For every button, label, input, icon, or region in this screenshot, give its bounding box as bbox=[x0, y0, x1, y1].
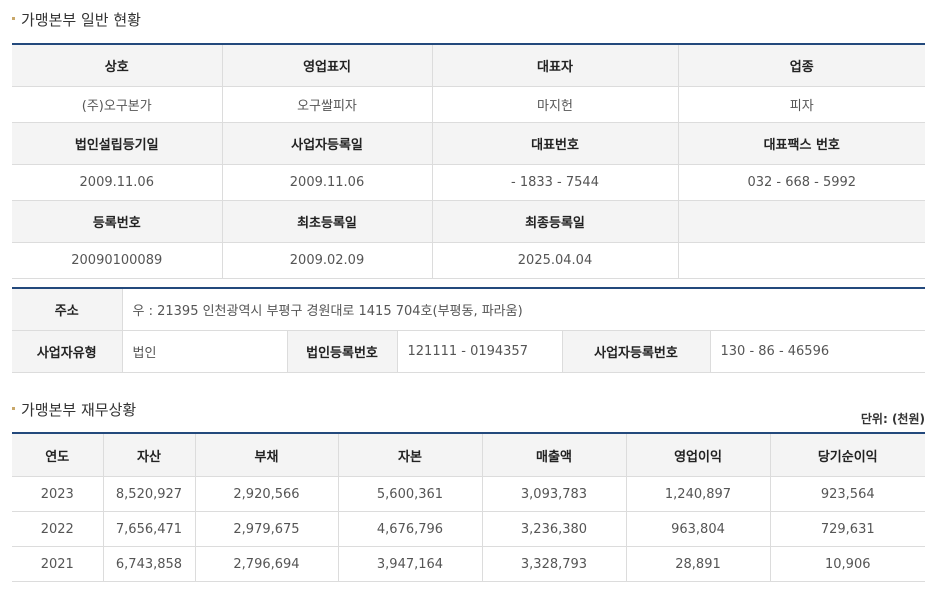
bullet-icon bbox=[12, 407, 15, 410]
cell-revenue: 3,328,793 bbox=[482, 546, 627, 582]
unit-label: 단위: (천원) bbox=[860, 412, 925, 426]
finance-title-text: 가맹본부 재무상황 bbox=[21, 401, 137, 419]
biz-type-value: 법인 bbox=[122, 330, 288, 373]
cell-net-income: 923,564 bbox=[770, 476, 925, 512]
cell-equity: 4,676,796 bbox=[338, 511, 483, 547]
finance-table: 연도 자산 부채 자본 매출액 영업이익 당기순이익 2023 8,520,927 2,920,… bbox=[12, 432, 925, 582]
general-info-table: 상호 영업표지 대표자 업종 (주)오구본가 오구쌀피자 마지헌 피자 법인설립… bbox=[12, 43, 925, 279]
value-biz-reg-date: 2009.11.06 bbox=[222, 164, 433, 201]
value-last-registration: 2025.04.04 bbox=[432, 242, 679, 279]
value-company-name: (주)오구본가 bbox=[12, 86, 223, 123]
cell-assets: 7,656,471 bbox=[103, 511, 196, 547]
value-first-registration: 2009.02.09 bbox=[222, 242, 433, 279]
header-representative: 대표자 bbox=[432, 44, 679, 87]
value-registration-number: 20090100089 bbox=[12, 242, 223, 279]
general-header-row: 등록번호 최초등록일 최종등록일 bbox=[12, 200, 925, 243]
header-company-name: 상호 bbox=[12, 44, 223, 87]
header-equity: 자본 bbox=[338, 433, 483, 477]
general-title-text: 가맹본부 일반 현황 bbox=[21, 11, 141, 29]
header-first-registration: 최초등록일 bbox=[222, 200, 433, 243]
value-industry: 피자 bbox=[678, 86, 925, 123]
cell-assets: 8,520,927 bbox=[103, 476, 196, 512]
header-liabilities: 부채 bbox=[195, 433, 339, 477]
business-type-row: 사업자유형 법인 법인등록번호 121111 - 0194357 사업자등록번호… bbox=[12, 330, 926, 373]
header-phone: 대표번호 bbox=[432, 122, 679, 165]
header-operating-profit: 영업이익 bbox=[626, 433, 771, 477]
cell-net-income: 10,906 bbox=[770, 546, 925, 582]
value-empty bbox=[678, 242, 925, 279]
header-revenue: 매출액 bbox=[482, 433, 627, 477]
header-brand-name: 영업표지 bbox=[222, 44, 433, 87]
table-row: 2022 7,656,471 2,979,675 4,676,796 3,236,380… bbox=[12, 511, 925, 547]
cell-year: 2021 bbox=[12, 546, 104, 582]
cell-net-income: 729,631 bbox=[770, 511, 925, 547]
cell-equity: 3,947,164 bbox=[338, 546, 483, 582]
table-row: 2023 8,520,927 2,920,566 5,600,361 3,093,783… bbox=[12, 476, 925, 512]
cell-liabilities: 2,979,675 bbox=[195, 511, 339, 547]
cell-revenue: 3,093,783 bbox=[482, 476, 627, 512]
cell-year: 2022 bbox=[12, 511, 104, 547]
biz-type-label: 사업자유형 bbox=[12, 330, 123, 373]
cell-liabilities: 2,796,694 bbox=[195, 546, 339, 582]
value-brand-name: 오구쌀피자 bbox=[222, 86, 433, 123]
header-fax: 대표팩스 번호 bbox=[678, 122, 925, 165]
header-net-income: 당기순이익 bbox=[770, 433, 925, 477]
cell-liabilities: 2,920,566 bbox=[195, 476, 339, 512]
corp-reg-value: 121111 - 0194357 bbox=[397, 330, 563, 373]
header-industry: 업종 bbox=[678, 44, 925, 87]
cell-equity: 5,600,361 bbox=[338, 476, 483, 512]
cell-operating-profit: 963,804 bbox=[626, 511, 771, 547]
header-biz-reg-date: 사업자등록일 bbox=[222, 122, 433, 165]
cell-assets: 6,743,858 bbox=[103, 546, 196, 582]
header-incorporation-date: 법인설립등기일 bbox=[12, 122, 223, 165]
value-phone: - 1833 - 7544 bbox=[432, 164, 679, 201]
cell-operating-profit: 28,891 bbox=[626, 546, 771, 582]
corp-reg-label: 법인등록번호 bbox=[287, 330, 398, 373]
bullet-icon bbox=[12, 17, 15, 20]
biz-reg-label: 사업자등록번호 bbox=[562, 330, 711, 373]
general-value-row: (주)오구본가 오구쌀피자 마지헌 피자 bbox=[12, 86, 925, 123]
cell-revenue: 3,236,380 bbox=[482, 511, 627, 547]
general-section-title: 가맹본부 일반 현황 bbox=[12, 9, 141, 30]
general-header-row: 상호 영업표지 대표자 업종 bbox=[12, 44, 925, 87]
value-representative: 마지헌 bbox=[432, 86, 679, 123]
table-row: 2021 6,743,858 2,796,694 3,947,164 3,328,793… bbox=[12, 546, 925, 582]
cell-operating-profit: 1,240,897 bbox=[626, 476, 771, 512]
general-value-row: 2009.11.06 2009.11.06 - 1833 - 7544 032 … bbox=[12, 164, 925, 201]
finance-section-title: 가맹본부 재무상황 bbox=[12, 399, 136, 420]
address-label: 주소 bbox=[12, 288, 123, 331]
header-last-registration: 최종등록일 bbox=[432, 200, 679, 243]
header-year: 연도 bbox=[12, 433, 104, 477]
value-fax: 032 - 668 - 5992 bbox=[678, 164, 925, 201]
value-incorporation-date: 2009.11.06 bbox=[12, 164, 223, 201]
address-value: 우 : 21395 인천광역시 부평구 경원대로 1415 704호(부평동, … bbox=[122, 288, 926, 331]
address-row: 주소 우 : 21395 인천광역시 부평구 경원대로 1415 704호(부평… bbox=[12, 288, 926, 331]
cell-year: 2023 bbox=[12, 476, 104, 512]
general-value-row: 20090100089 2009.02.09 2025.04.04 bbox=[12, 242, 925, 279]
address-info-table: 주소 우 : 21395 인천광역시 부평구 경원대로 1415 704호(부평… bbox=[12, 287, 926, 373]
header-empty bbox=[678, 200, 925, 243]
header-assets: 자산 bbox=[103, 433, 196, 477]
general-header-row: 법인설립등기일 사업자등록일 대표번호 대표팩스 번호 bbox=[12, 122, 925, 165]
finance-header-row: 연도 자산 부채 자본 매출액 영업이익 당기순이익 bbox=[12, 433, 925, 477]
biz-reg-value: 130 - 86 - 46596 bbox=[710, 330, 926, 373]
header-registration-number: 등록번호 bbox=[12, 200, 223, 243]
